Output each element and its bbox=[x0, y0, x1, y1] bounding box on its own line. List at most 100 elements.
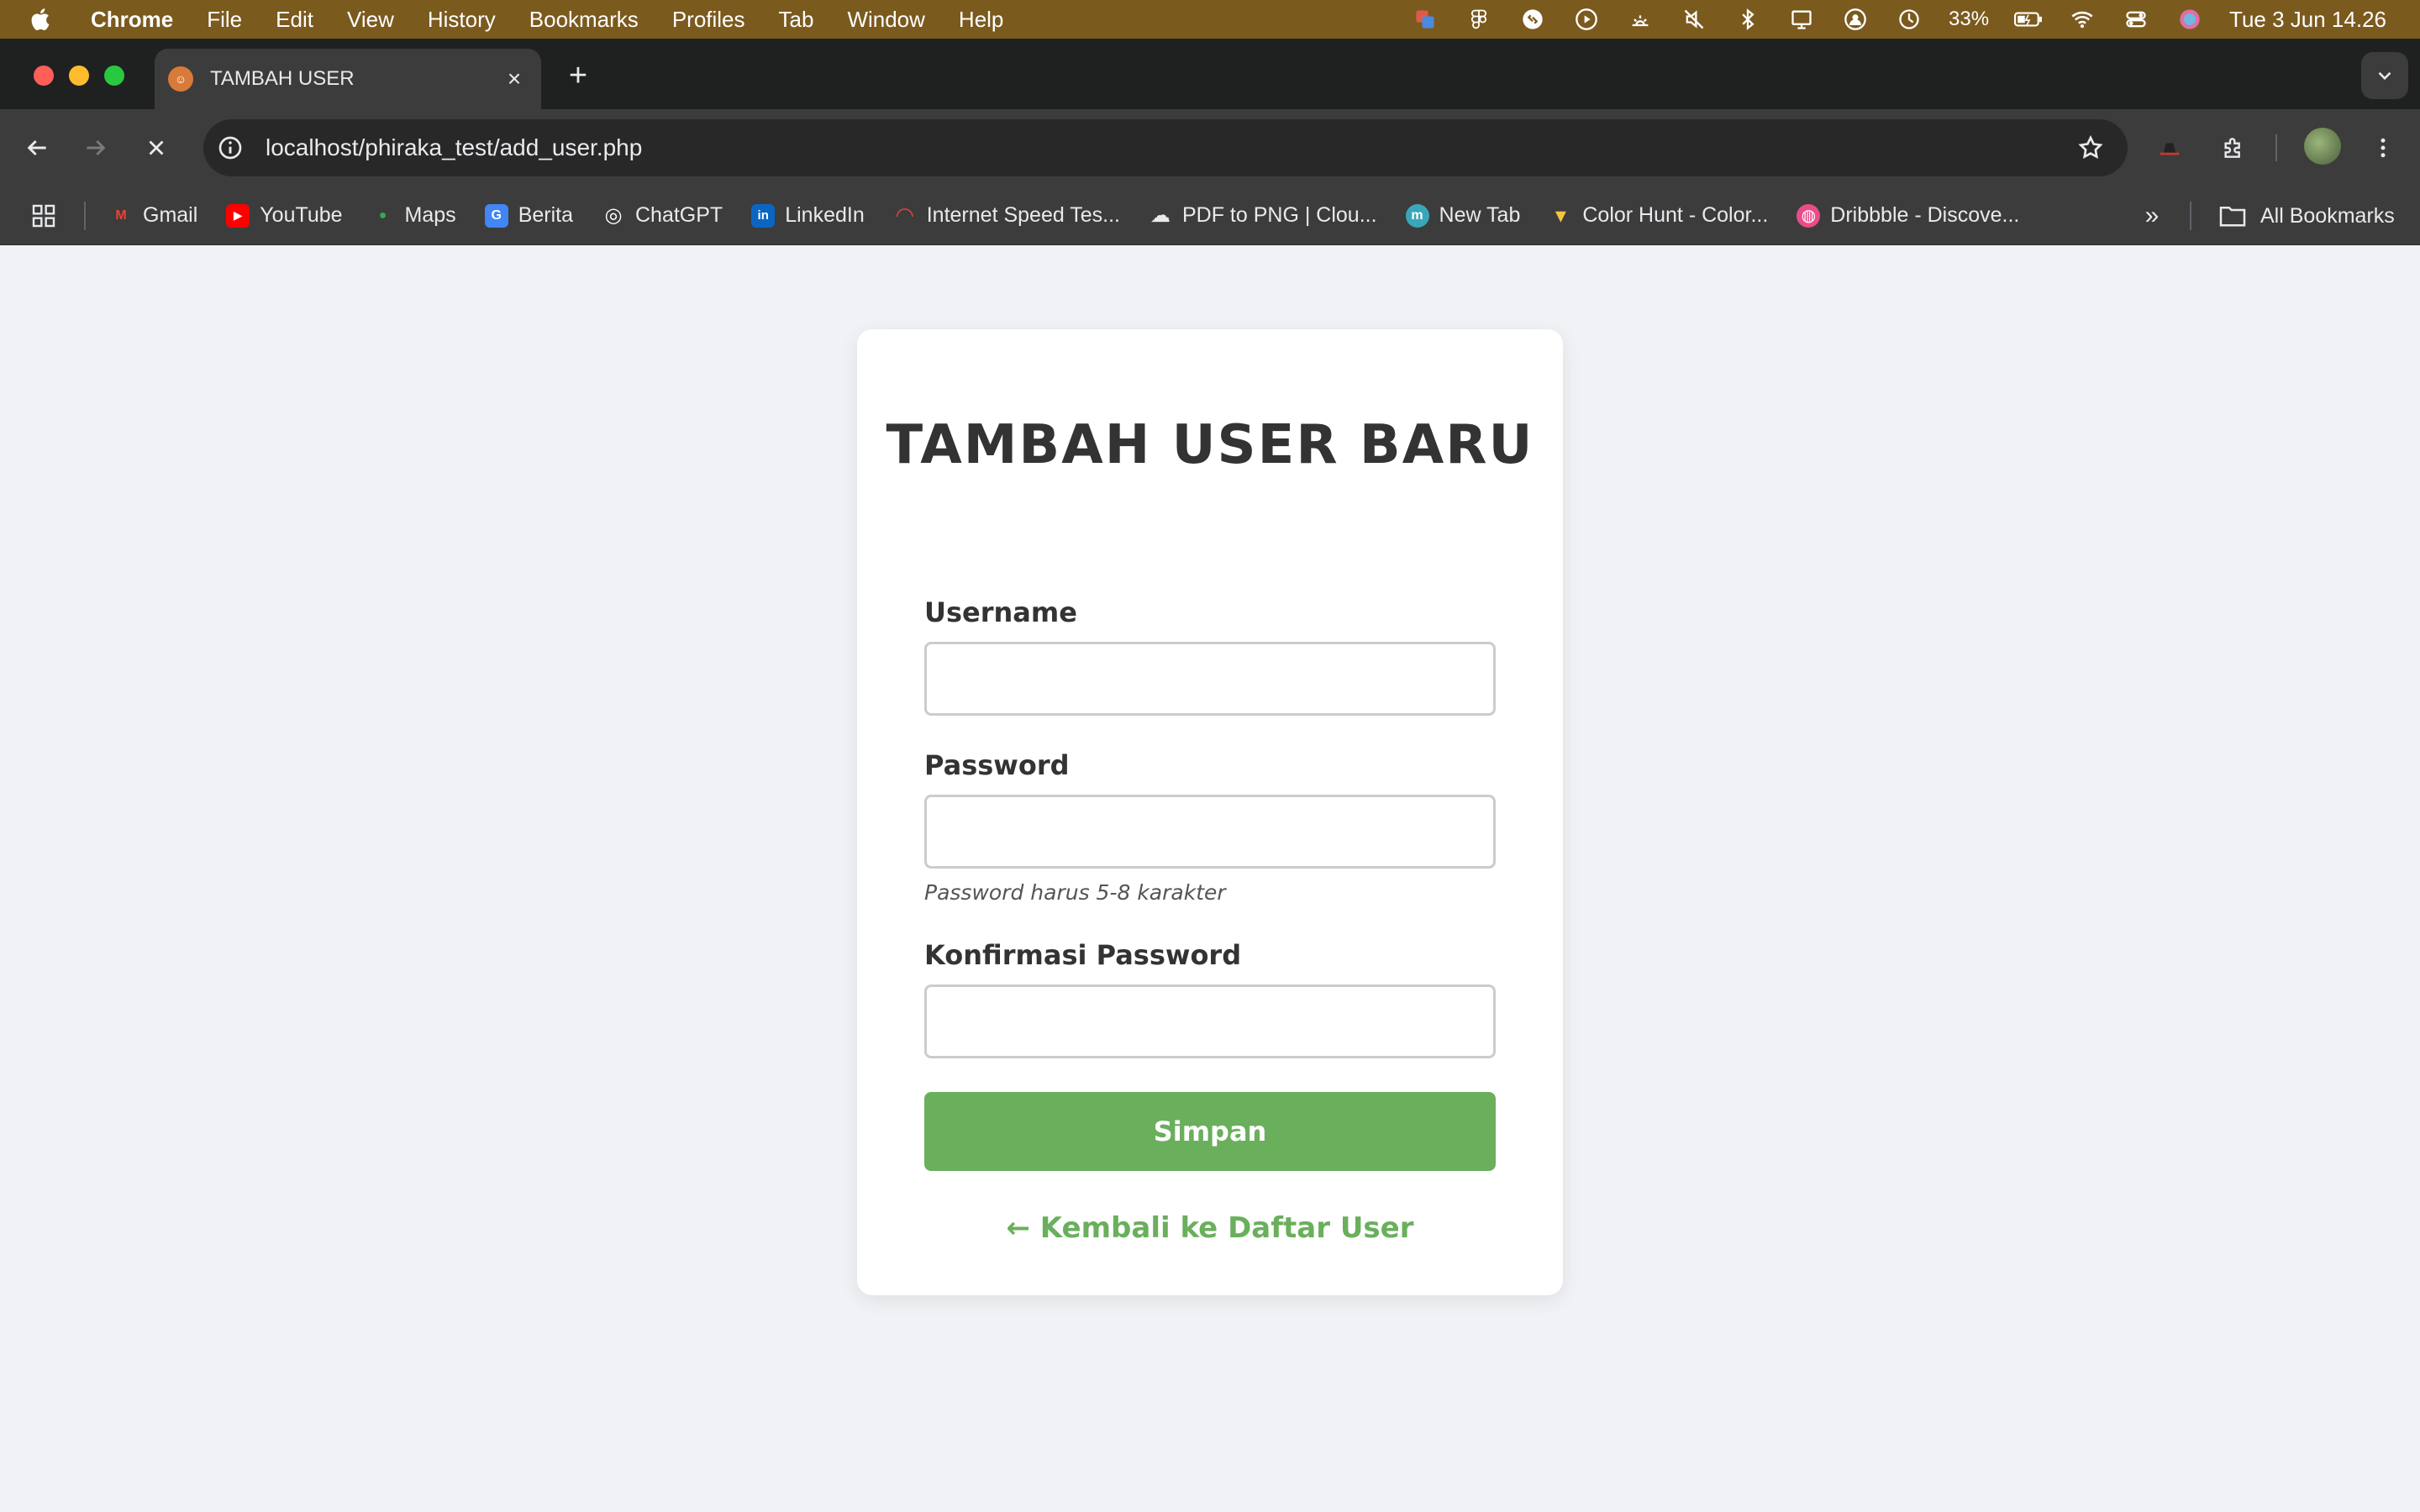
menu-history[interactable]: History bbox=[428, 7, 496, 33]
menu-window[interactable]: Window bbox=[847, 7, 924, 33]
bookmark-label: Dribbble - Discove... bbox=[1830, 203, 2020, 227]
bookmark-gmail[interactable]: M Gmail bbox=[109, 203, 197, 228]
window-controls bbox=[34, 66, 124, 86]
confirm-password-input[interactable] bbox=[924, 984, 1496, 1058]
bookmark-label: YouTube bbox=[260, 203, 343, 227]
bookmark-label: Gmail bbox=[143, 203, 198, 227]
more-vertical-icon bbox=[2381, 138, 2386, 158]
tab-search-button[interactable] bbox=[2361, 52, 2408, 99]
confirm-password-label: Konfirmasi Password bbox=[924, 939, 1242, 971]
bookmark-linkedin[interactable]: in LinkedIn bbox=[751, 203, 865, 228]
youtube-icon: ▶ bbox=[226, 203, 250, 228]
tab-close-icon[interactable]: × bbox=[499, 64, 529, 94]
bookmark-new-tab[interactable]: m New Tab bbox=[1405, 203, 1521, 228]
arrow-left-icon bbox=[27, 139, 46, 156]
screen-share-icon[interactable] bbox=[1411, 7, 1439, 32]
bookmarks-divider-right bbox=[2190, 202, 2191, 230]
bookmark-color-hunt[interactable]: ▾ Color Hunt - Color... bbox=[1549, 202, 1769, 228]
menu-view[interactable]: View bbox=[347, 7, 394, 33]
new-tab-button[interactable]: + bbox=[561, 58, 595, 93]
new-tab-m-icon: m bbox=[1405, 203, 1429, 228]
speedometer-icon: ◠ bbox=[896, 202, 913, 228]
bookmark-label: Internet Speed Tes... bbox=[926, 203, 1120, 227]
browser-toolbar: localhost/phiraka_test/add_user.php bbox=[0, 109, 2420, 186]
bookmark-label: Color Hunt - Color... bbox=[1582, 203, 1769, 227]
password-input[interactable] bbox=[924, 795, 1496, 869]
menu-bar-clock[interactable]: Tue 3 Jun 14.26 bbox=[2229, 7, 2386, 33]
extension-hat-icon[interactable] bbox=[2149, 128, 2190, 168]
arrow-right-icon bbox=[87, 139, 106, 156]
bookmark-berita[interactable]: G Berita bbox=[484, 203, 573, 228]
tab-favicon-icon: ☺ bbox=[168, 66, 193, 92]
control-center-icon[interactable] bbox=[2122, 7, 2150, 32]
menu-bookmarks[interactable]: Bookmarks bbox=[529, 7, 639, 33]
all-bookmarks-label: All Bookmarks bbox=[2260, 203, 2395, 228]
add-user-form-card: TAMBAH USER BARU Username Password Passw… bbox=[857, 329, 1563, 1295]
bookmark-star-icon[interactable] bbox=[2074, 131, 2107, 165]
extensions-puzzle-icon[interactable] bbox=[2213, 128, 2254, 168]
more-bookmarks-chevron-icon[interactable]: » bbox=[2138, 202, 2166, 230]
user-account-icon[interactable] bbox=[1841, 7, 1870, 32]
macos-menu-bar: Chrome File Edit View History Bookmarks … bbox=[0, 0, 2420, 39]
menu-tab[interactable]: Tab bbox=[779, 7, 814, 33]
battery-percentage: 33% bbox=[1949, 8, 1990, 30]
bookmark-chatgpt[interactable]: ◎ ChatGPT bbox=[602, 203, 723, 228]
close-icon bbox=[149, 140, 164, 155]
figma-icon[interactable] bbox=[1465, 7, 1493, 32]
bookmark-dribbble[interactable]: ◍ Dribbble - Discove... bbox=[1797, 203, 2019, 228]
bookmark-label: ChatGPT bbox=[635, 203, 723, 227]
apps-grid-icon[interactable] bbox=[27, 199, 60, 233]
display-icon[interactable] bbox=[1787, 7, 1816, 32]
play-icon[interactable] bbox=[1572, 7, 1601, 32]
color-hunt-icon: ▾ bbox=[1555, 202, 1566, 228]
google-news-icon: G bbox=[484, 203, 508, 228]
focus-icon[interactable] bbox=[1895, 7, 1923, 32]
profile-avatar[interactable] bbox=[2304, 128, 2341, 165]
bookmark-label: New Tab bbox=[1439, 203, 1521, 227]
bookmark-internet-speed-test[interactable]: ◠ Internet Speed Tes... bbox=[893, 202, 1120, 228]
bookmark-pdf-to-png[interactable]: ☁ PDF to PNG | Clou... bbox=[1149, 203, 1377, 228]
shazam-icon[interactable] bbox=[1518, 7, 1547, 32]
bookmark-label: Maps bbox=[404, 203, 456, 227]
bookmarks-bar: M Gmail ▶ YouTube ● Maps G Berita ◎ Chat… bbox=[0, 186, 2420, 245]
maps-pin-icon: ● bbox=[378, 207, 387, 223]
chevron-down-icon bbox=[2378, 71, 2391, 81]
battery-icon[interactable] bbox=[2014, 7, 2043, 32]
menu-edit[interactable]: Edit bbox=[276, 7, 313, 33]
tab-tambah-user[interactable]: ☺ TAMBAH USER × bbox=[155, 49, 541, 109]
save-button[interactable]: Simpan bbox=[924, 1092, 1496, 1171]
bookmark-youtube[interactable]: ▶ YouTube bbox=[226, 203, 343, 228]
siri-icon[interactable] bbox=[2175, 7, 2204, 32]
chrome-menu-button[interactable] bbox=[2363, 128, 2403, 168]
dribbble-icon: ◍ bbox=[1797, 203, 1821, 228]
menu-profiles[interactable]: Profiles bbox=[672, 7, 745, 33]
app-name-menu[interactable]: Chrome bbox=[91, 7, 173, 33]
bookmark-maps[interactable]: ● Maps bbox=[371, 203, 456, 228]
url-text[interactable]: localhost/phiraka_test/add_user.php bbox=[266, 134, 2074, 161]
cloud-icon: ☁ bbox=[1150, 204, 1171, 227]
minimize-window-button[interactable] bbox=[69, 66, 89, 86]
address-bar[interactable]: localhost/phiraka_test/add_user.php bbox=[203, 119, 2128, 176]
chatgpt-icon: ◎ bbox=[604, 204, 623, 227]
password-label: Password bbox=[924, 749, 1070, 781]
close-window-button[interactable] bbox=[34, 66, 54, 86]
toolbar-divider bbox=[2275, 134, 2277, 161]
wifi-icon[interactable] bbox=[2068, 7, 2096, 32]
username-input[interactable] bbox=[924, 642, 1496, 716]
stop-loading-button[interactable] bbox=[136, 128, 176, 168]
back-to-user-list-link[interactable]: ← Kembali ke Daftar User bbox=[857, 1211, 1563, 1245]
mute-icon[interactable] bbox=[1680, 7, 1708, 32]
back-button[interactable] bbox=[17, 128, 57, 168]
linkedin-icon: in bbox=[751, 203, 776, 228]
fullscreen-window-button[interactable] bbox=[104, 66, 124, 86]
gmail-icon: M bbox=[115, 207, 127, 223]
brightness-icon[interactable] bbox=[1626, 7, 1655, 32]
menu-help[interactable]: Help bbox=[959, 7, 1003, 33]
all-bookmarks-button[interactable]: All Bookmarks bbox=[2218, 186, 2395, 245]
site-info-icon[interactable] bbox=[215, 133, 245, 163]
bluetooth-icon[interactable] bbox=[1733, 7, 1762, 32]
apple-menu-icon[interactable] bbox=[29, 7, 71, 32]
menu-file[interactable]: File bbox=[207, 7, 242, 33]
forward-button[interactable] bbox=[76, 128, 116, 168]
username-label: Username bbox=[924, 596, 1077, 628]
